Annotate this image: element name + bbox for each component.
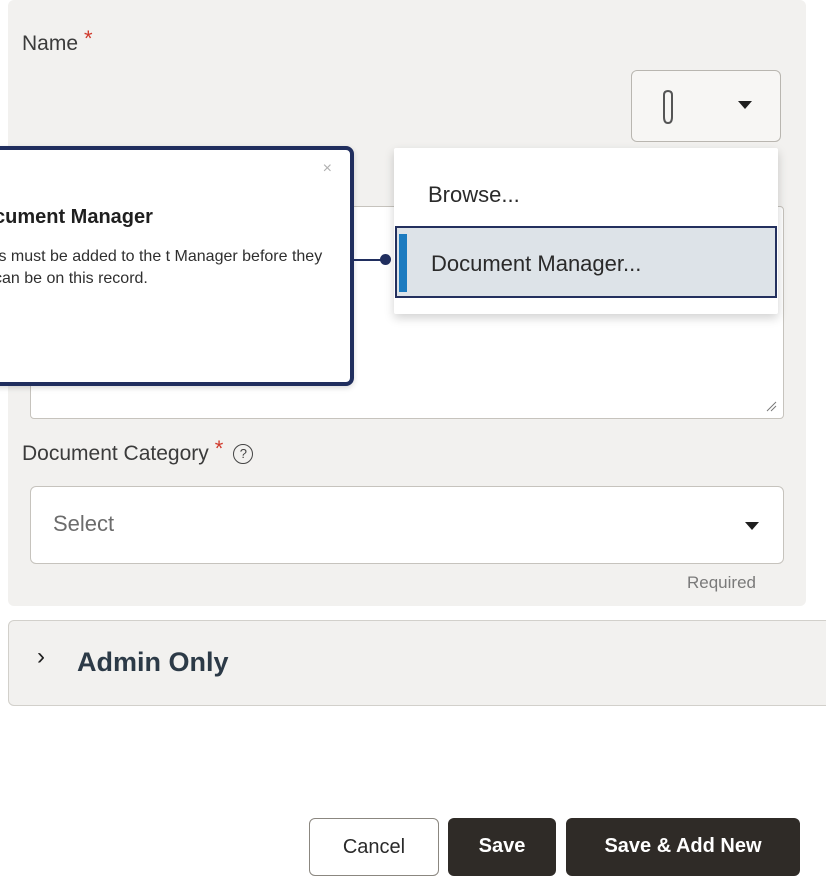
- attach-dropdown-button[interactable]: [631, 70, 781, 142]
- close-icon[interactable]: ×: [323, 160, 332, 178]
- document-manager-popover: × cument Manager ts must be added to the…: [0, 146, 354, 386]
- required-asterisk: *: [84, 26, 93, 51]
- highlight-accent-bar: [399, 234, 407, 292]
- caret-down-icon[interactable]: [738, 101, 752, 109]
- popover-title: cument Manager: [0, 206, 153, 228]
- menu-item-document-manager[interactable]: Document Manager...: [395, 226, 777, 298]
- menu-item-browse[interactable]: Browse...: [394, 182, 778, 208]
- save-button[interactable]: Save: [448, 818, 556, 876]
- document-category-label: Document Category *?: [22, 436, 254, 466]
- section-title: Admin Only: [77, 647, 229, 677]
- menu-item-label: Document Manager...: [431, 251, 642, 276]
- help-icon[interactable]: ?: [233, 444, 254, 465]
- paperclip-icon: [663, 89, 673, 125]
- resize-grip-icon[interactable]: [765, 400, 777, 412]
- document-category-select[interactable]: Select: [30, 486, 784, 564]
- caret-down-icon: [745, 522, 759, 530]
- select-value: Select: [53, 511, 115, 536]
- name-label: Name *: [22, 26, 93, 55]
- required-asterisk: *: [214, 436, 224, 461]
- name-input[interactable]: [30, 72, 624, 142]
- admin-only-section[interactable]: › Admin Only: [8, 620, 826, 706]
- popover-body: ts must be added to the t Manager before…: [0, 248, 323, 287]
- chevron-right-icon[interactable]: ›: [37, 643, 45, 671]
- popover-connector-dot: [380, 254, 391, 265]
- cancel-button[interactable]: Cancel: [309, 818, 439, 876]
- required-note: Required: [687, 573, 756, 592]
- save-and-add-new-button[interactable]: Save & Add New: [566, 818, 800, 876]
- attach-dropdown-menu: Browse... Document Manager...: [394, 148, 778, 314]
